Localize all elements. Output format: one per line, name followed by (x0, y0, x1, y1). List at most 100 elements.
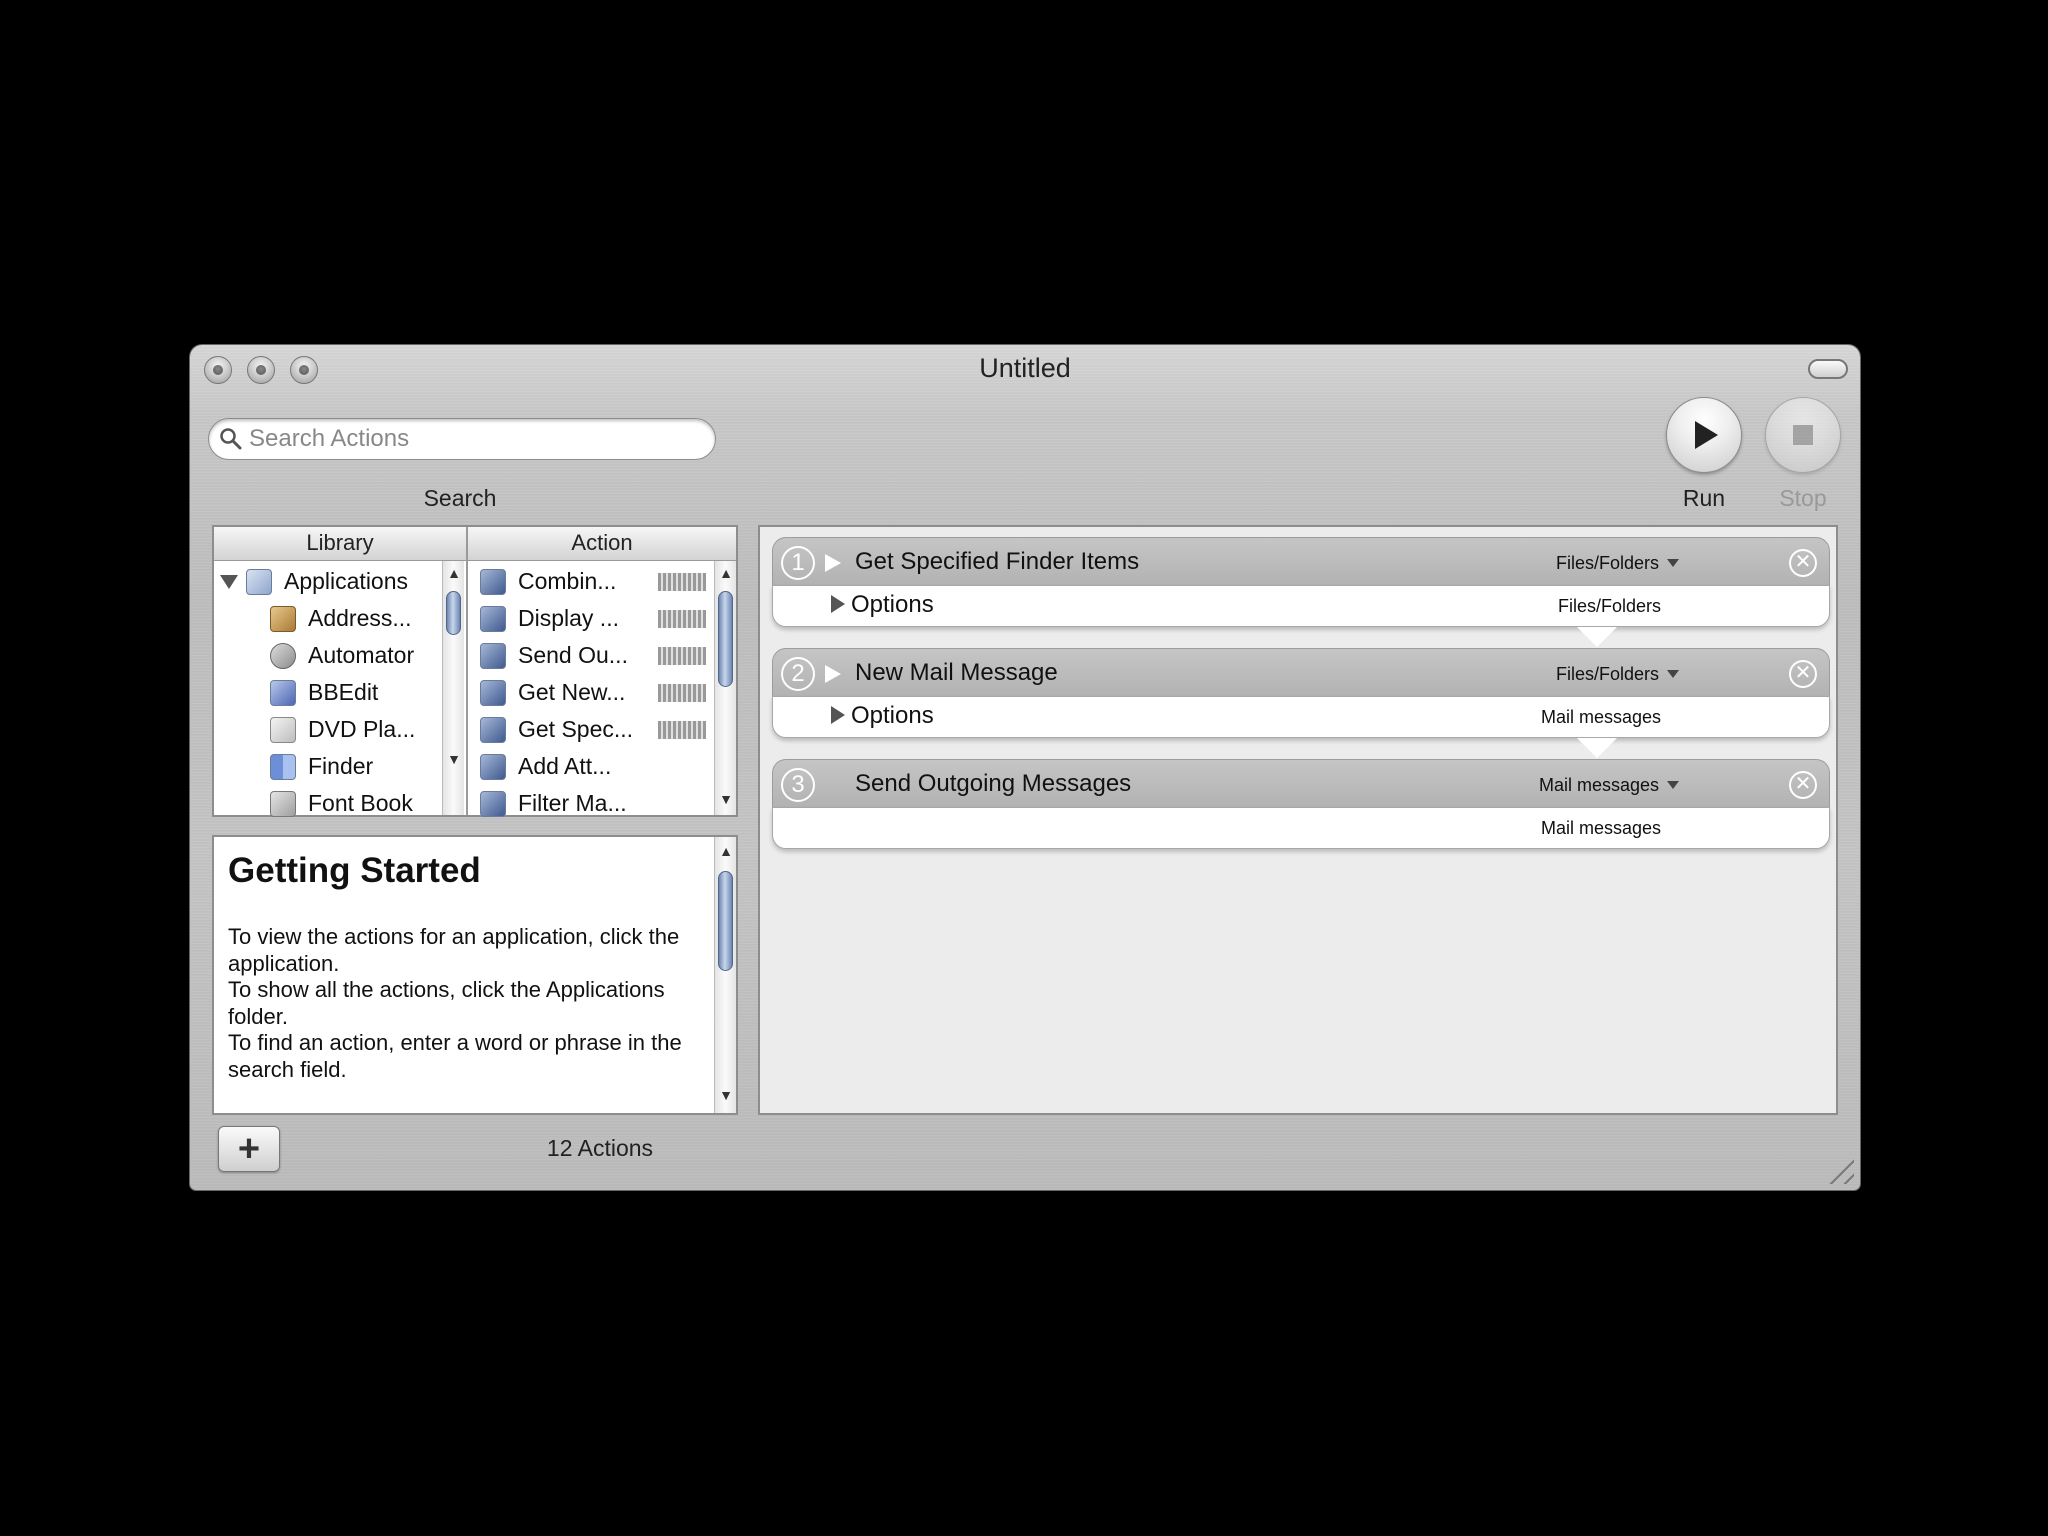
library-item-label: Applications (284, 568, 409, 594)
options-disclosure[interactable]: Options (831, 591, 934, 619)
remove-action-button[interactable]: ✕ (1789, 660, 1817, 688)
scroll-down-arrow-icon[interactable]: ▼ (715, 1087, 736, 1103)
action-title: Send Outgoing Messages (855, 770, 1132, 797)
automator-action-icon (480, 605, 506, 632)
chevron-down-icon (1667, 559, 1679, 567)
workflow-action-card[interactable]: 2 New Mail Message Files/Folders ✕ Optio… (772, 648, 1830, 740)
scroll-down-arrow-icon[interactable]: ▼ (715, 791, 737, 807)
library-item-applications[interactable]: Applications (220, 563, 408, 600)
remove-action-button[interactable]: ✕ (1789, 549, 1817, 577)
library-item-label: BBEdit (308, 679, 379, 705)
input-type-popup[interactable]: Files/Folders (1556, 553, 1679, 574)
output-type-label: Mail messages (1540, 818, 1661, 838)
disclosure-triangle-icon (831, 595, 845, 613)
action-card-header[interactable]: 3 Send Outgoing Messages Mail messages ✕ (772, 759, 1830, 809)
toolbar-toggle-button[interactable] (1808, 359, 1848, 379)
library-item-finder[interactable]: Finder (270, 748, 373, 785)
search-field[interactable] (208, 418, 716, 460)
library-item-font-book[interactable]: Font Book (270, 785, 413, 822)
font-book-icon (270, 790, 296, 817)
library-item-bbedit[interactable]: BBEdit (270, 674, 378, 711)
action-item-label: Add Att... (518, 753, 612, 779)
stop-label: Stop (1779, 485, 1827, 511)
action-item-label: Combin... (518, 568, 617, 594)
remove-action-button[interactable]: ✕ (1789, 771, 1817, 799)
scroll-down-arrow-icon[interactable]: ▼ (443, 751, 465, 767)
play-icon (1695, 421, 1718, 449)
automator-icon (270, 642, 296, 669)
action-item-get-specified[interactable]: Get Spec... (480, 711, 633, 748)
workflow-area[interactable]: 1 Get Specified Finder Items Files/Folde… (758, 525, 1838, 1115)
actions-scrollbar[interactable]: ▲ ▼ (714, 561, 736, 815)
run-button[interactable] (1666, 397, 1742, 473)
expand-triangle-icon[interactable] (825, 665, 841, 683)
action-count: 12 Actions (546, 1135, 654, 1161)
run-label: Run (1682, 485, 1726, 511)
library-item-label: Automator (308, 642, 415, 668)
search-input[interactable] (249, 425, 689, 453)
stop-icon (1793, 425, 1813, 445)
action-item-get-new[interactable]: Get New... (480, 674, 625, 711)
action-card-body: Options Files/Folders (772, 585, 1830, 627)
workflow-action-card[interactable]: 1 Get Specified Finder Items Files/Folde… (772, 537, 1830, 629)
output-type-label: Files/Folders (1557, 596, 1661, 616)
output-type-label: Mail messages (1540, 707, 1661, 727)
library-item-label: Address... (308, 605, 412, 631)
input-type-label: Files/Folders (1555, 553, 1659, 573)
library-item-label: DVD Pla... (308, 716, 416, 742)
library-item-automator[interactable]: Automator (270, 637, 414, 674)
dvd-player-icon (270, 716, 296, 743)
actions-scroll-thumb[interactable] (718, 591, 733, 687)
automator-action-icon (480, 642, 506, 669)
input-type-label: Mail messages (1538, 775, 1659, 795)
address-book-icon (270, 605, 296, 632)
action-title: New Mail Message (855, 659, 1058, 686)
disclosure-triangle-icon[interactable] (220, 574, 238, 589)
options-disclosure[interactable]: Options (831, 702, 934, 730)
description-pane: Getting Started To view the actions for … (212, 835, 738, 1115)
action-item-send-outgoing[interactable]: Send Ou... (480, 637, 628, 674)
library-scroll-thumb[interactable] (446, 591, 461, 635)
library-scrollbar[interactable]: ▲ ▼ (442, 561, 464, 815)
scroll-up-arrow-icon[interactable]: ▲ (715, 843, 736, 859)
action-item-display[interactable]: Display ... (480, 600, 619, 637)
action-item-label: Display ... (518, 605, 619, 631)
scroll-up-arrow-icon[interactable]: ▲ (443, 565, 465, 581)
input-type-popup[interactable]: Mail messages (1539, 775, 1679, 796)
relevance-bar (658, 610, 706, 628)
automator-action-icon (480, 790, 506, 817)
stop-button[interactable] (1765, 397, 1841, 473)
description-paragraph: To view the actions for an application, … (228, 924, 680, 976)
chevron-down-icon (1667, 670, 1679, 678)
input-type-popup[interactable]: Files/Folders (1556, 664, 1679, 685)
relevance-bar (658, 573, 706, 591)
description-paragraph: To show all the actions, click the Appli… (228, 977, 665, 1029)
connection-arrow (1577, 738, 1617, 758)
action-column-header[interactable]: Action (468, 527, 736, 561)
step-number: 1 (781, 546, 815, 580)
expand-triangle-icon[interactable] (825, 554, 841, 572)
column-divider[interactable] (466, 527, 468, 815)
description-paragraph: To find an action, enter a word or phras… (228, 1030, 682, 1082)
action-item-combine[interactable]: Combin... (480, 563, 616, 600)
action-item-label: Get Spec... (518, 716, 634, 742)
action-item-add-attachments[interactable]: Add Att... (480, 748, 611, 785)
description-scroll-thumb[interactable] (718, 871, 733, 971)
disclosure-triangle-icon (831, 706, 845, 724)
options-label: Options (851, 702, 934, 729)
action-card-body: Options Mail messages (772, 696, 1830, 738)
options-label: Options (851, 591, 934, 618)
scroll-up-arrow-icon[interactable]: ▲ (715, 565, 737, 581)
library-item-dvd-player[interactable]: DVD Pla... (270, 711, 415, 748)
action-item-filter-mail[interactable]: Filter Ma... (480, 785, 627, 822)
add-button[interactable]: + (218, 1126, 280, 1172)
action-card-header[interactable]: 1 Get Specified Finder Items Files/Folde… (772, 537, 1830, 587)
description-title: Getting Started (228, 851, 481, 890)
library-item-address-book[interactable]: Address... (270, 600, 412, 637)
description-scrollbar[interactable]: ▲ ▼ (714, 837, 736, 1113)
resize-grip-icon[interactable] (1824, 1154, 1854, 1184)
automator-action-icon (480, 753, 506, 780)
workflow-action-card[interactable]: 3 Send Outgoing Messages Mail messages ✕… (772, 759, 1830, 851)
library-column-header[interactable]: Library (214, 527, 466, 561)
action-card-header[interactable]: 2 New Mail Message Files/Folders ✕ (772, 648, 1830, 698)
